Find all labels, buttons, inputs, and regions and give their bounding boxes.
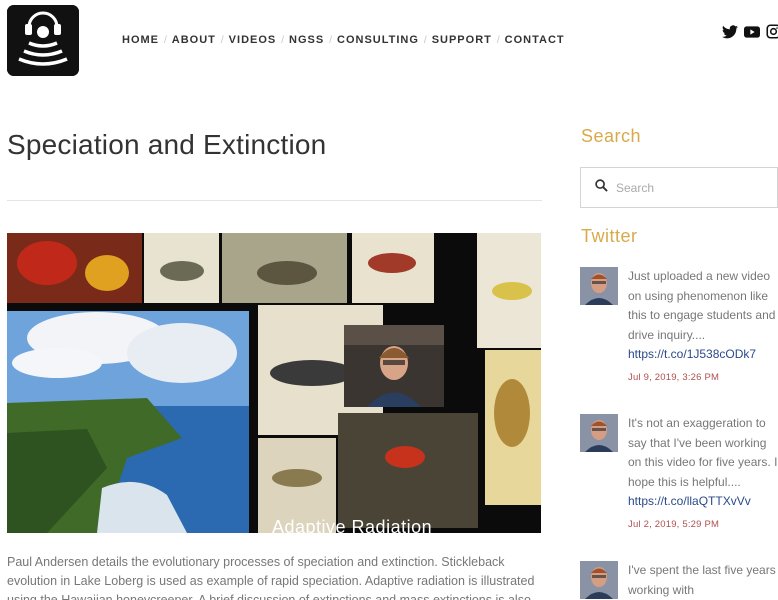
avatar[interactable] (580, 414, 618, 452)
tweet-link[interactable]: https://t.co/1J538cODk7 (628, 345, 778, 365)
nav-support[interactable]: SUPPORT (432, 33, 492, 47)
instagram-icon[interactable] (766, 24, 778, 44)
youtube-icon[interactable] (744, 25, 760, 43)
page-title: Speciation and Extinction (7, 129, 327, 160)
nav-consulting[interactable]: CONSULTING (337, 33, 419, 47)
avatar[interactable] (580, 561, 618, 599)
nav-home[interactable]: HOME (122, 33, 159, 47)
nav-separator: / (164, 34, 167, 46)
nav-separator: / (496, 34, 500, 46)
nav-videos[interactable]: VIDEOS (229, 33, 277, 47)
nav-separator: / (423, 34, 427, 46)
main-nav: HOME / ABOUT / VIDEOS / NGSS / CONSULTIN… (122, 33, 565, 47)
video-player[interactable]: Adaptive Radiation (7, 233, 541, 533)
avatar[interactable] (580, 267, 618, 305)
nav-separator: / (281, 34, 285, 46)
nav-about[interactable]: ABOUT (172, 33, 216, 47)
tweet-link[interactable]: https://t.co/llaQTTXvVv (628, 492, 778, 512)
twitter-icon[interactable] (722, 24, 738, 44)
twitter-heading: Twitter (581, 226, 638, 246)
site-logo[interactable] (7, 5, 79, 76)
search-icon (595, 178, 608, 197)
tweet-date[interactable]: Jul 2, 2019, 5:29 PM (628, 515, 778, 535)
nav-contact[interactable]: CONTACT (505, 33, 565, 47)
nav-ngss[interactable]: NGSS (289, 33, 324, 47)
tweet-text: It's not an exaggeration to say that I'v… (628, 416, 778, 489)
title-divider (7, 200, 542, 201)
tweet-text: Just uploaded a new video on using pheno… (628, 269, 776, 342)
nav-separator: / (329, 34, 332, 46)
video-caption: Adaptive Radiation (272, 517, 433, 533)
search-input[interactable] (616, 180, 766, 195)
tweet-date[interactable]: Jul 9, 2019, 3:26 PM (628, 368, 778, 388)
social-links (722, 24, 778, 44)
video-description: Paul Andersen details the evolutionary p… (7, 555, 535, 600)
nav-separator: / (220, 34, 224, 46)
search-field[interactable] (580, 167, 778, 208)
search-heading: Search (581, 126, 642, 146)
tweet-text: I've spent the last five years working w… (628, 563, 776, 597)
